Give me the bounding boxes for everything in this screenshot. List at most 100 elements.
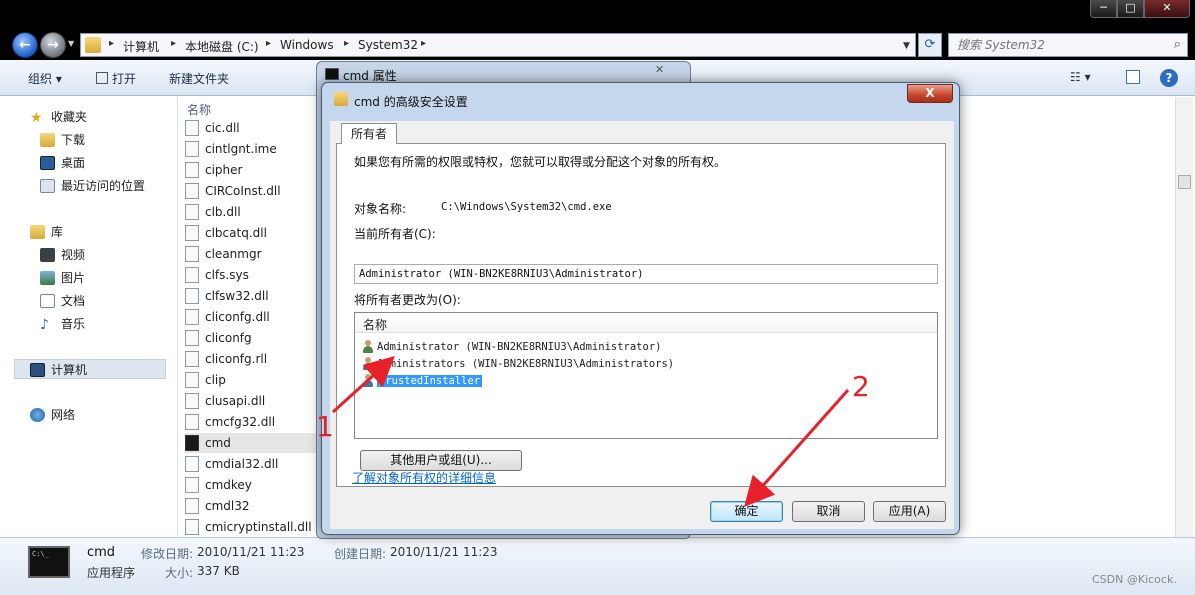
file-row[interactable]: clbcatq.dll — [185, 223, 317, 243]
dll-file-icon — [185, 204, 199, 220]
nav-network-label: 网络 — [51, 408, 76, 422]
file-row[interactable]: clfsw32.dll — [185, 286, 317, 306]
nav-pictures[interactable]: 图片 — [40, 269, 85, 286]
dll-file-icon — [185, 183, 199, 199]
document-icon — [40, 293, 55, 308]
file-row[interactable]: cliconfg.dll — [185, 307, 317, 327]
file-row[interactable]: cmicryptinstall.dll — [185, 517, 317, 537]
chevron-right-icon[interactable]: ▸ — [171, 38, 176, 49]
close-window-button[interactable]: ✕ — [1144, 0, 1190, 18]
scrollbar-thumb[interactable] — [1178, 175, 1191, 189]
file-row[interactable]: cliconfg.rll — [185, 349, 317, 369]
address-bar[interactable]: ▸ 计算机 ▸ 本地磁盘 (C:) ▸ Windows ▸ System32 ▸… — [80, 33, 916, 57]
nav-downloads-label: 下载 — [61, 133, 86, 147]
dll-file-icon — [185, 309, 199, 325]
file-row[interactable]: cipher — [185, 160, 317, 180]
organize-button[interactable]: 组织 ▾ — [28, 70, 62, 87]
file-row[interactable]: cmdial32.dll — [185, 454, 317, 474]
chevron-right-icon[interactable]: ▸ — [421, 38, 426, 49]
nav-music[interactable]: ♪ 音乐 — [40, 315, 86, 333]
vertical-scrollbar[interactable] — [1175, 97, 1193, 537]
file-name: clusapi.dll — [205, 394, 266, 408]
file-name: cliconfg.rll — [205, 352, 268, 366]
exe-file-icon — [185, 246, 199, 262]
ok-button[interactable]: 确定 — [710, 501, 783, 522]
nav-videos[interactable]: 视频 — [40, 246, 85, 263]
open-button[interactable]: 打开 — [96, 70, 136, 87]
open-label: 打开 — [112, 72, 137, 86]
forward-button[interactable]: → — [40, 32, 66, 58]
file-row[interactable]: clusapi.dll — [185, 391, 317, 411]
nav-desktop[interactable]: 桌面 — [40, 154, 85, 171]
open-icon — [96, 72, 108, 84]
change-owner-label: 将所有者更改为(O): — [354, 293, 461, 307]
cancel-button[interactable]: 取消 — [792, 501, 865, 522]
sys-file-icon — [185, 267, 199, 283]
breadcrumb-windows[interactable]: Windows — [280, 38, 334, 52]
learn-ownership-link[interactable]: 了解对象所有权的详细信息 — [352, 469, 496, 486]
nav-network[interactable]: 网络 — [30, 406, 75, 423]
list-item-label: Administrators (WIN-BN2KE8RNIU3\Administ… — [377, 358, 675, 370]
other-users-button[interactable]: 其他用户或组(U)... — [360, 450, 522, 471]
history-dropdown-icon[interactable]: ▼ — [68, 39, 78, 49]
nav-documents[interactable]: 文档 — [40, 292, 85, 309]
details-file-type: 应用程序 — [87, 566, 136, 580]
address-dropdown-icon[interactable]: ▼ — [903, 41, 910, 51]
file-row[interactable]: cliconfg — [185, 328, 317, 348]
help-icon[interactable]: ? — [1160, 69, 1178, 87]
dialog-close-button[interactable]: X — [907, 84, 953, 103]
view-options-button[interactable]: ☷ ▾ — [1070, 70, 1091, 84]
nav-libraries[interactable]: 库 — [30, 223, 63, 240]
preview-pane-icon[interactable] — [1126, 70, 1140, 84]
file-name: cintlgnt.ime — [205, 142, 277, 156]
file-row[interactable]: cmdkey — [185, 475, 317, 495]
list-item-selected[interactable]: TrustedInstaller — [362, 373, 483, 389]
nav-computer[interactable]: 计算机 — [30, 361, 87, 378]
dll-file-icon — [185, 519, 199, 535]
breadcrumb-system32[interactable]: System32 — [358, 38, 418, 52]
apply-button[interactable]: 应用(A) — [873, 501, 946, 522]
file-list: 名称 cic.dll cintlgnt.ime cipher CIRCoInst… — [179, 97, 319, 537]
minimize-button[interactable]: ─ — [1090, 0, 1117, 18]
maximize-button[interactable]: □ — [1117, 0, 1144, 18]
file-row[interactable]: cmdl32 — [185, 496, 317, 516]
breadcrumb-local-disk[interactable]: 本地磁盘 (C:) — [185, 38, 259, 55]
file-row[interactable]: cleanmgr — [185, 244, 317, 264]
file-row[interactable]: CIRCoInst.dll — [185, 181, 317, 201]
owner-tab-panel: 如果您有所需的权限或特权，您就可以取得或分配这个对象的所有权。 对象名称: C:… — [336, 143, 946, 487]
file-row[interactable]: clfs.sys — [185, 265, 317, 285]
nav-music-label: 音乐 — [61, 317, 86, 331]
owner-candidate-list[interactable]: 名称 Administrator (WIN-BN2KE8RNIU3\Admini… — [354, 312, 938, 439]
list-item[interactable]: Administrators (WIN-BN2KE8RNIU3\Administ… — [362, 356, 674, 372]
search-icon[interactable]: ⌕ — [1174, 37, 1181, 52]
file-row-selected[interactable]: cmd — [185, 433, 317, 453]
file-row[interactable]: clip — [185, 370, 317, 390]
chevron-right-icon[interactable]: ▸ — [266, 38, 271, 49]
dll-file-icon — [185, 393, 199, 409]
network-globe-icon — [30, 407, 45, 422]
nav-downloads[interactable]: 下载 — [40, 131, 85, 148]
cmd-icon — [185, 435, 199, 451]
list-item[interactable]: Administrator (WIN-BN2KE8RNIU3\Administr… — [362, 339, 661, 355]
chevron-right-icon[interactable]: ▸ — [344, 38, 349, 49]
chevron-right-icon[interactable]: ▸ — [109, 38, 114, 49]
tab-owner[interactable]: 所有者 — [341, 123, 397, 144]
file-name: cmdl32 — [205, 499, 250, 513]
nav-favorites[interactable]: ★ 收藏夹 — [30, 108, 87, 126]
file-row[interactable]: cintlgnt.ime — [185, 139, 317, 159]
file-row[interactable]: cic.dll — [185, 118, 317, 138]
search-input[interactable] — [949, 34, 1149, 56]
close-icon[interactable]: ✕ — [655, 63, 669, 76]
file-row[interactable]: clb.dll — [185, 202, 317, 222]
object-name-value: C:\Windows\System32\cmd.exe — [441, 201, 612, 213]
search-box[interactable]: ⌕ — [948, 33, 1188, 57]
breadcrumb-computer[interactable]: 计算机 — [123, 38, 159, 55]
new-folder-button[interactable]: 新建文件夹 — [169, 70, 229, 87]
file-row[interactable]: cmcfg32.dll — [185, 412, 317, 432]
nav-recent-places[interactable]: 最近访问的位置 — [40, 177, 145, 194]
back-button[interactable]: ← — [12, 32, 38, 58]
column-header-name[interactable]: 名称 — [187, 101, 211, 118]
refresh-button[interactable]: ⟳ — [918, 33, 942, 57]
list-column-header[interactable]: 名称 — [355, 313, 937, 333]
computer-icon — [30, 362, 45, 377]
